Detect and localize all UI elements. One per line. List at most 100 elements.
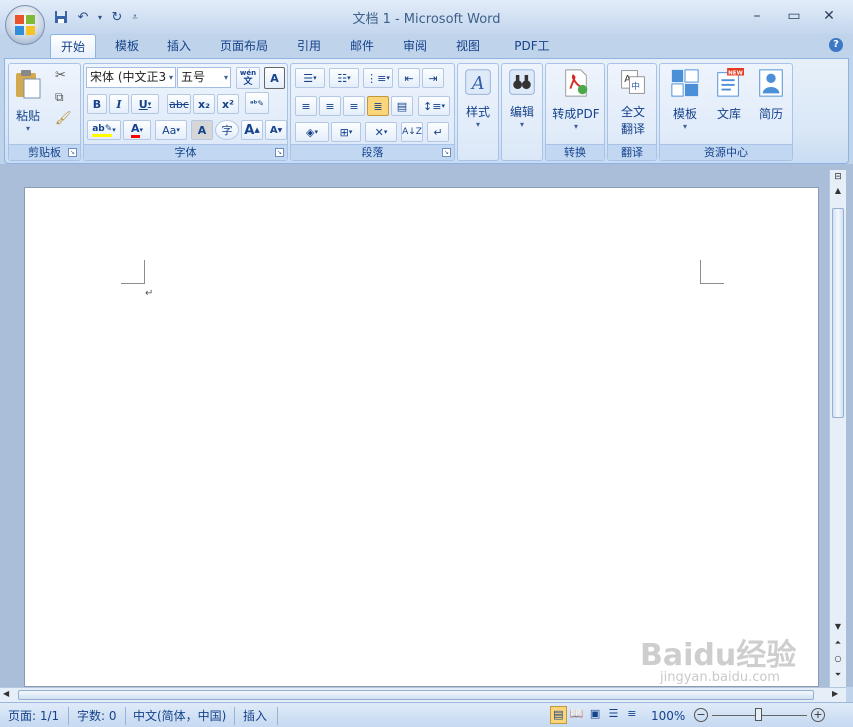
zoom-slider-thumb[interactable] — [755, 708, 762, 721]
page-count[interactable]: 页面: 1/1 — [8, 708, 59, 724]
svg-text:中: 中 — [631, 80, 640, 92]
strikethrough-button[interactable]: abc — [167, 94, 191, 114]
decrease-indent-button[interactable]: ⇤ — [398, 68, 420, 88]
copy-icon[interactable]: ⧉ — [55, 90, 64, 105]
editing-label: 编辑 — [509, 105, 534, 119]
tab-mailings[interactable]: 邮件 — [339, 34, 385, 58]
italic-button[interactable]: I — [109, 94, 129, 114]
underline-button[interactable]: U ▾ — [131, 94, 159, 114]
print-layout-icon[interactable]: ▤ — [550, 706, 567, 724]
increase-indent-button[interactable]: ⇥ — [422, 68, 444, 88]
bullets-button[interactable]: ☰ ▾ — [295, 68, 325, 88]
scroll-up-icon[interactable]: ▲ — [832, 186, 844, 198]
horizontal-scrollbar[interactable]: ◀ ▶ — [0, 687, 846, 702]
zoom-level[interactable]: 100% — [651, 708, 685, 724]
borders-button[interactable]: ⊞ ▾ — [331, 122, 361, 142]
scroll-left-icon[interactable]: ◀ — [3, 689, 9, 698]
help-icon[interactable]: ? — [829, 38, 843, 52]
clipboard-dialog-launcher[interactable]: ↘ — [68, 148, 77, 157]
line-spacing-button[interactable]: ↕≡ ▾ — [418, 96, 450, 116]
change-case-button[interactable]: Aa ▾ — [155, 120, 187, 140]
align-center-button[interactable]: ≡ — [319, 96, 341, 116]
templates-dropdown-icon[interactable]: ▾ — [666, 122, 704, 131]
vertical-scrollbar[interactable]: ⊟ ▲ ▼ ⏶ ○ ⏷ — [829, 170, 846, 687]
align-left-button[interactable]: ≡ — [295, 96, 317, 116]
tab-insert[interactable]: 插入 — [156, 34, 202, 58]
scroll-down-icon[interactable]: ▼ — [832, 622, 844, 634]
paste-button[interactable]: 粘贴 ▾ — [11, 68, 45, 133]
shrink-font-button[interactable]: A ▼ — [265, 120, 287, 140]
sort-button[interactable]: A↓Z — [401, 122, 423, 142]
styles-label: 样式 — [465, 105, 490, 119]
tab-templates[interactable]: 模板 — [104, 34, 150, 58]
chinese-layout-icon: ✕ — [374, 125, 384, 139]
subscript-button[interactable]: x₂ — [193, 94, 215, 114]
justify-button[interactable]: ≣ — [367, 96, 389, 116]
character-border-button[interactable]: A — [264, 67, 285, 89]
resume-button[interactable]: 简历 — [752, 68, 790, 122]
maximize-button[interactable]: ▭ — [779, 5, 809, 27]
full-screen-reading-icon[interactable]: 📖 — [569, 706, 585, 724]
scroll-thumb[interactable] — [832, 208, 844, 418]
document-page[interactable]: ↵ — [24, 187, 819, 687]
highlight-button[interactable]: ab✎ ▾ — [87, 120, 121, 140]
character-shading-button[interactable]: A — [191, 120, 213, 140]
outline-icon[interactable]: ☰ — [605, 706, 621, 724]
tab-view[interactable]: 视图 — [445, 34, 491, 58]
tab-home[interactable]: 开始 — [50, 34, 96, 59]
distributed-button[interactable]: ▤ — [391, 96, 413, 116]
web-layout-icon[interactable]: ▣ — [587, 706, 603, 724]
editing-dropdown-icon[interactable]: ▾ — [504, 120, 540, 129]
format-painter-icon[interactable]: 🖌 — [55, 111, 72, 126]
draft-icon[interactable]: ≡ — [624, 706, 640, 724]
tab-page-layout[interactable]: 页面布局 — [210, 34, 278, 58]
show-marks-button[interactable]: ↵ — [427, 122, 449, 142]
ruler-toggle-icon[interactable]: ⊟ — [832, 172, 844, 184]
font-color-button[interactable]: A ▾ — [123, 120, 151, 140]
tab-review[interactable]: 审阅 — [392, 34, 438, 58]
chevron-down-icon[interactable]: ▾ — [224, 68, 228, 87]
font-dialog-launcher[interactable]: ↘ — [275, 148, 284, 157]
next-page-icon[interactable]: ⏷ — [832, 670, 844, 682]
chevron-down-icon[interactable]: ▾ — [169, 68, 173, 87]
align-right-button[interactable]: ≡ — [343, 96, 365, 116]
browse-object-icon[interactable]: ○ — [832, 654, 844, 666]
shading-button[interactable]: ◈ ▾ — [295, 122, 329, 142]
convert-dropdown-icon[interactable]: ▾ — [548, 122, 604, 131]
font-name-combo[interactable]: 宋体 (中文正3 ▾ — [86, 67, 176, 88]
numbering-button[interactable]: ☷ ▾ — [329, 68, 359, 88]
paste-dropdown-icon[interactable]: ▾ — [11, 124, 45, 133]
editing-button[interactable]: 编辑 ▾ — [504, 68, 540, 129]
styles-button[interactable]: A 样式 ▾ — [460, 68, 496, 129]
full-translate-button[interactable]: A中 全文 翻译 — [610, 68, 656, 137]
language-indicator[interactable]: 中文(简体，中国) — [133, 708, 226, 724]
font-size-combo[interactable]: 五号 ▾ — [177, 67, 231, 88]
office-button[interactable] — [5, 5, 45, 45]
paragraph-dialog-launcher[interactable]: ↘ — [442, 148, 451, 157]
hscroll-thumb[interactable] — [18, 690, 814, 700]
word-count[interactable]: 字数: 0 — [77, 708, 117, 724]
zoom-in-icon[interactable]: + — [811, 708, 825, 722]
phonetic-guide-button[interactable]: wén 文 — [236, 67, 260, 89]
scroll-right-icon[interactable]: ▶ — [832, 689, 838, 698]
cut-icon[interactable]: ✂ — [55, 68, 66, 83]
resource-templates-button[interactable]: 模板 ▾ — [666, 68, 704, 131]
chinese-layout-button[interactable]: ✕ ▾ — [365, 122, 397, 142]
clear-formatting-button[interactable]: ᵃᵇ✎ — [245, 92, 269, 114]
insert-mode-indicator[interactable]: 插入 — [243, 708, 267, 724]
previous-page-icon[interactable]: ⏶ — [832, 638, 844, 650]
library-button[interactable]: NEW 文库 — [710, 68, 748, 122]
tab-pdf-tools[interactable]: PDF工具 — [500, 34, 564, 77]
minimize-button[interactable]: – — [742, 5, 772, 27]
superscript-button[interactable]: x² — [217, 94, 239, 114]
close-button[interactable]: ✕ — [814, 5, 844, 27]
zoom-out-icon[interactable]: − — [694, 708, 708, 722]
styles-dropdown-icon[interactable]: ▾ — [460, 120, 496, 129]
bold-button[interactable]: B — [87, 94, 107, 114]
styles-icon: A — [465, 69, 491, 95]
multilevel-list-button[interactable]: ⋮≡ ▾ — [363, 68, 393, 88]
tab-references[interactable]: 引用 — [286, 34, 332, 58]
grow-font-button[interactable]: A ▲ — [241, 120, 263, 140]
convert-pdf-button[interactable]: 转成PDF ▾ — [548, 68, 604, 131]
enclose-characters-button[interactable]: 字 — [215, 120, 239, 140]
